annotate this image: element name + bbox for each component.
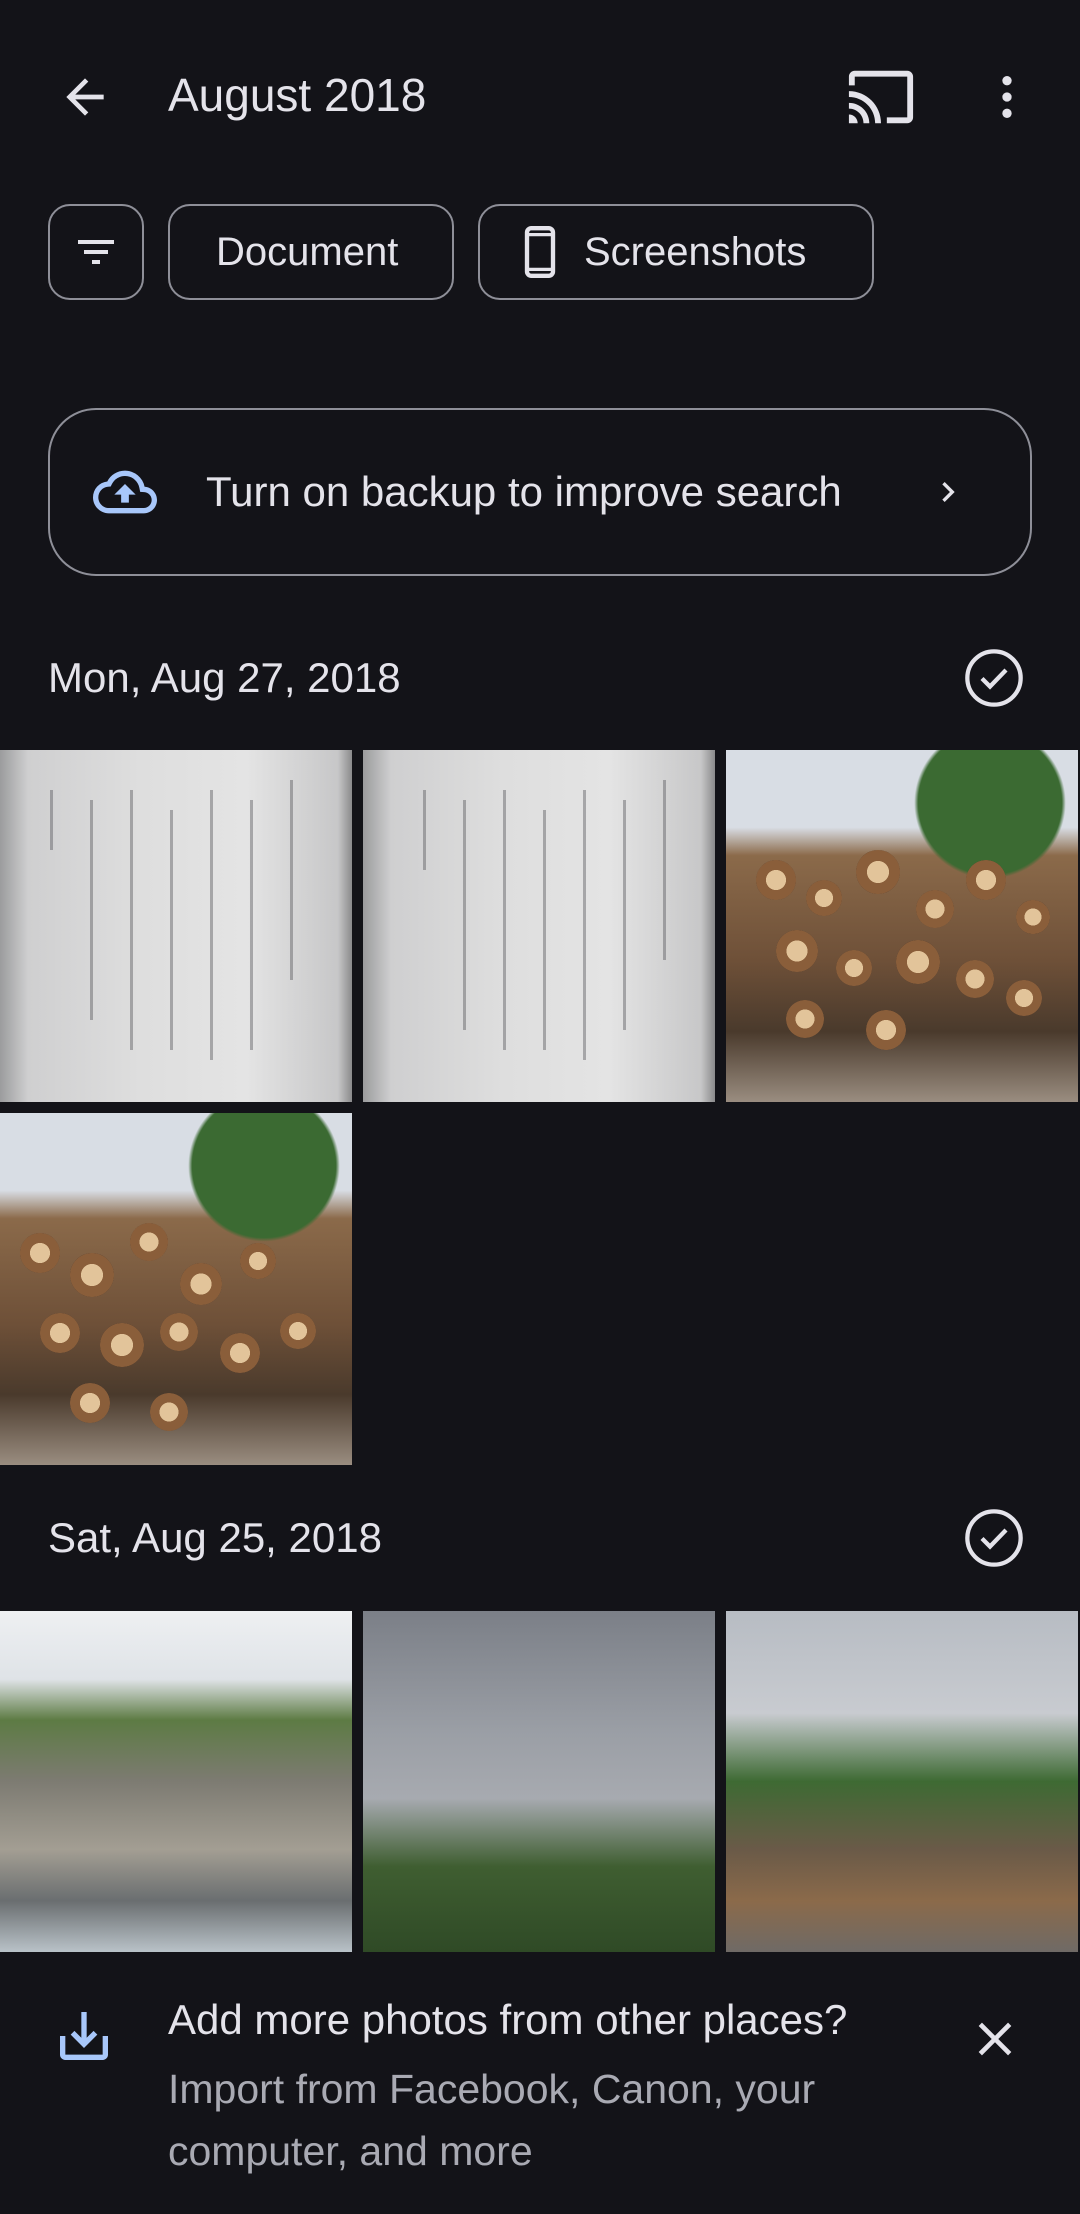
google-photos-month-view: August 2018 Document Screenshots Turn on…: [0, 0, 1080, 2214]
top-app-bar: August 2018: [0, 0, 1080, 190]
filter-icon: [78, 240, 114, 264]
filter-chips: Document Screenshots: [48, 204, 874, 300]
photo-thumbnail-cloudy-sky[interactable]: [363, 1611, 715, 1952]
logs-pattern: [0, 1113, 352, 1465]
photo-thumbnail-wood-logs[interactable]: [0, 1113, 352, 1465]
cast-icon: [848, 70, 914, 124]
select-all-check-icon[interactable]: [962, 1506, 1026, 1570]
import-prompt-subtext: Import from Facebook, Canon, your comput…: [168, 2066, 816, 2174]
document-text-lines: [30, 770, 312, 1082]
section-date-header: Mon, Aug 27, 2018: [48, 654, 401, 701]
section-date-header: Sat, Aug 25, 2018: [48, 1514, 382, 1561]
backup-banner-text: Turn on backup to improve search: [206, 468, 842, 515]
filter-chip[interactable]: [48, 204, 144, 300]
arrow-back-icon: [66, 78, 104, 116]
logs-pattern: [726, 750, 1078, 1102]
screenshots-chip-label: Screenshots: [584, 229, 807, 274]
import-prompt-headline: Add more photos from other places?: [168, 1996, 848, 2043]
photo-thumbnail-document[interactable]: [363, 750, 715, 1102]
chevron-right-icon: [928, 472, 968, 512]
close-icon: [978, 2022, 1012, 2056]
photo-thumbnail-document[interactable]: [0, 750, 352, 1102]
photo-thumbnail-construction-site[interactable]: [0, 1611, 352, 1952]
import-photos-prompt: Add more photos from other places? Impor…: [0, 1952, 1080, 2214]
back-button[interactable]: [40, 52, 130, 142]
backup-banner[interactable]: Turn on backup to improve search: [48, 408, 1032, 576]
photo-thumbnail-wood-logs[interactable]: [726, 750, 1078, 1102]
more-vert-icon: [1002, 76, 1012, 118]
close-button[interactable]: [960, 2004, 1030, 2074]
photo-thumbnail-street-scene[interactable]: [726, 1611, 1078, 1952]
document-text-lines: [393, 770, 675, 1082]
cast-button[interactable]: [836, 52, 926, 142]
select-all-check-icon[interactable]: [962, 646, 1026, 710]
phone-icon: [520, 226, 560, 278]
page-title: August 2018: [168, 69, 427, 121]
download-icon: [60, 2012, 108, 2060]
cloud-upload-icon: [90, 457, 160, 527]
document-chip[interactable]: Document: [168, 204, 454, 300]
screenshots-chip[interactable]: Screenshots: [478, 204, 874, 300]
document-chip-label: Document: [216, 229, 399, 274]
more-options-button[interactable]: [962, 52, 1052, 142]
